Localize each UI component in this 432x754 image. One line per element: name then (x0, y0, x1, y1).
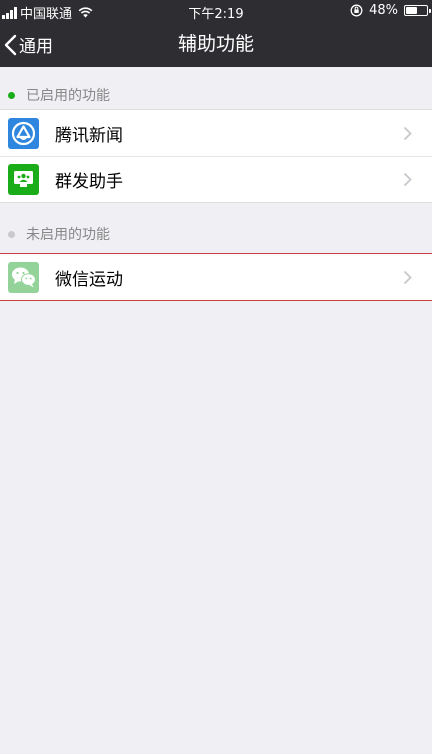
list-item-broadcast-assistant[interactable]: 群发助手 (0, 156, 432, 202)
battery-icon (404, 5, 431, 16)
section-title-enabled: 已启用的功能 (26, 88, 110, 104)
chevron-right-icon (403, 270, 412, 285)
status-bar: 中国联通 下午2:19 48% (0, 0, 432, 22)
chevron-right-icon (403, 172, 412, 187)
battery-percent: 48% (369, 3, 398, 18)
list-item-tencent-news[interactable]: 腾讯新闻 (0, 110, 432, 156)
battery-level (406, 7, 417, 14)
back-label: 通用 (19, 37, 53, 57)
list-item-label: 微信运动 (55, 269, 123, 290)
status-right: 48% (350, 3, 431, 18)
orientation-lock-icon (350, 4, 363, 17)
section-header-enabled: 已启用的功能 (0, 81, 432, 109)
chevron-left-icon (4, 34, 17, 55)
section-header-disabled: 未启用的功能 (0, 220, 432, 248)
list-item-wechat-sports[interactable]: 微信运动 (0, 254, 432, 300)
list-item-label: 腾讯新闻 (55, 125, 123, 146)
enabled-list: 腾讯新闻 群发助手 (0, 109, 432, 203)
page-title: 辅助功能 (177, 33, 254, 55)
tencent-news-icon (8, 117, 39, 149)
wechat-sports-icon (8, 261, 39, 293)
section-title-disabled: 未启用的功能 (26, 227, 110, 243)
list-item-label: 群发助手 (55, 171, 123, 192)
broadcast-assistant-icon (8, 163, 39, 195)
disabled-dot-icon (8, 230, 15, 238)
enabled-dot-icon (8, 91, 15, 99)
chevron-right-icon (403, 126, 412, 141)
disabled-list: 微信运动 (0, 253, 432, 301)
back-button[interactable]: 通用 (4, 22, 53, 67)
navigation-bar: 通用 辅助功能 (0, 22, 432, 67)
